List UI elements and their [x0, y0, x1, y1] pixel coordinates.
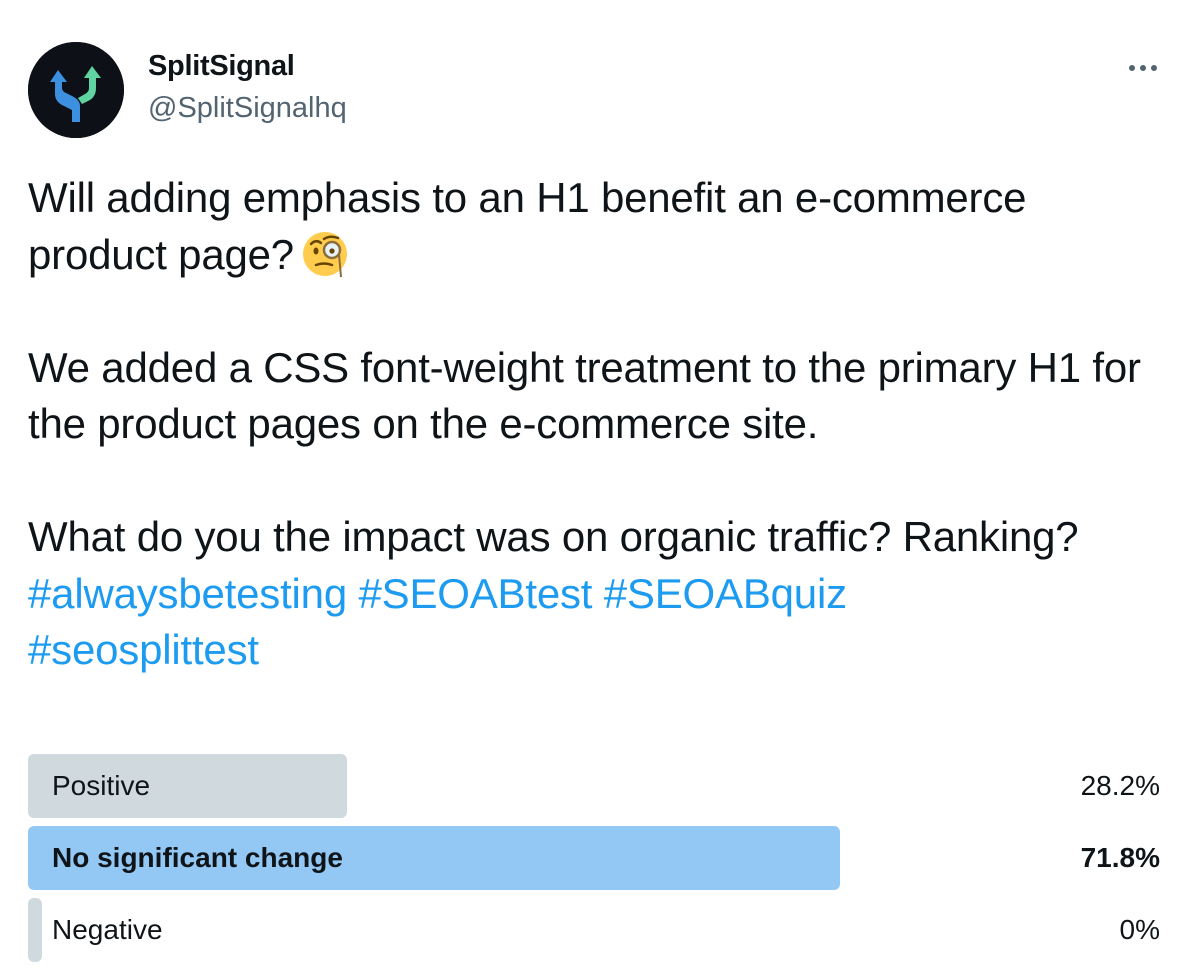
poll-option-positive: Positive 28.2% — [28, 754, 1160, 818]
author-name[interactable]: SplitSignal — [148, 50, 295, 83]
poll-option-percent: 71.8% — [1080, 842, 1160, 873]
author-handle[interactable]: @SplitSignalhq — [148, 92, 347, 125]
poll-option-percent: 0% — [1119, 914, 1160, 945]
hashtag-link[interactable]: #alwaysbetesting — [28, 570, 347, 617]
tweet-text: Will adding emphasis to an H1 benefit an… — [28, 170, 1168, 679]
tweet-paragraph: Will adding emphasis to an H1 benefit an… — [28, 170, 1168, 283]
poll-option-label: Negative — [52, 914, 163, 945]
poll-option-label: Positive — [52, 770, 151, 801]
hashtag-link[interactable]: #seosplittest — [28, 626, 259, 673]
more-options-icon[interactable] — [1126, 58, 1160, 78]
poll-option-negative: Negative 0% — [28, 898, 1160, 962]
poll-result-bar — [28, 898, 42, 962]
tweet-question: Will adding emphasis to an H1 benefit an… — [28, 174, 1027, 278]
split-arrows-logo-icon — [28, 42, 124, 138]
poll-option-no-significant-change: No significant change 71.8% — [28, 826, 1160, 890]
poll: Positive 28.2% No significant change 71.… — [28, 754, 1160, 970]
avatar[interactable] — [28, 42, 124, 138]
poll-option-label: No significant change — [52, 842, 343, 873]
tweet-paragraph-2: We added a CSS font-weight treatment to … — [28, 343, 1141, 448]
hashtag-list: #alwaysbetesting #SEOABtest #SEOABquiz #… — [28, 566, 1168, 679]
face-with-monocle-emoji — [300, 227, 352, 279]
hashtag-link[interactable]: #SEOABtest — [358, 570, 592, 617]
tweet-card: SplitSignal @SplitSignalhq Will adding e… — [0, 0, 1190, 978]
hashtag-link[interactable]: #SEOABquiz — [604, 570, 847, 617]
tweet-paragraph-3: What do you the impact was on organic tr… — [28, 513, 1079, 560]
poll-option-percent: 28.2% — [1080, 770, 1160, 801]
